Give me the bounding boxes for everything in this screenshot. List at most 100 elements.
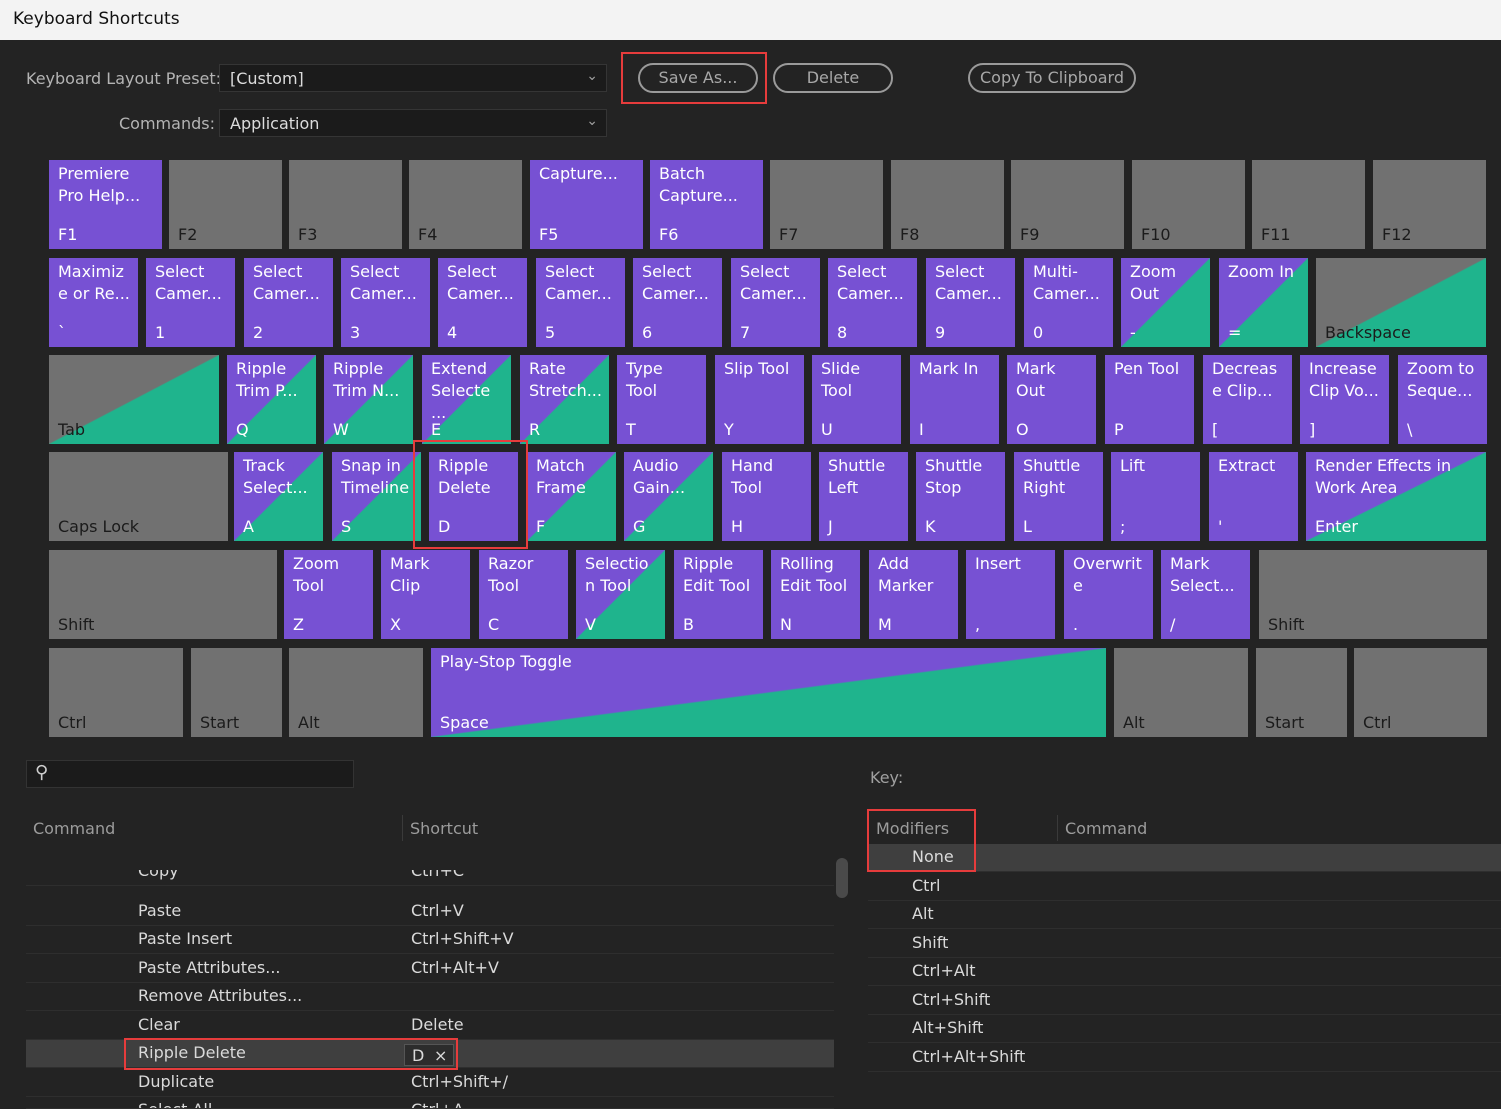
key-char[interactable]: Select Camer... 6 [633, 258, 722, 347]
key-char[interactable]: Select Camer... 8 [828, 258, 917, 347]
key-f4[interactable]: F4 [409, 160, 522, 249]
key-char[interactable]: Match Frame F [527, 452, 616, 541]
key-char[interactable]: Audio Gain... G [624, 452, 713, 541]
key-alt[interactable]: Alt [289, 648, 423, 737]
key-char[interactable]: Type Tool T [617, 355, 706, 444]
table-row[interactable]: Paste Ctrl+V [26, 898, 834, 926]
table-row[interactable]: Paste Insert Ctrl+Shift+V [26, 926, 834, 954]
key-shift[interactable]: Shift [1259, 550, 1487, 639]
key-f5[interactable]: Capture... F5 [530, 160, 643, 249]
key-char[interactable]: Decreas e Clip... [ [1203, 355, 1292, 444]
key-f11[interactable]: F11 [1252, 160, 1365, 249]
key-f12[interactable]: F12 [1373, 160, 1486, 249]
table-row[interactable]: Select All Ctrl+A [26, 1097, 834, 1109]
key-f10[interactable]: F10 [1132, 160, 1245, 249]
key-char[interactable]: Increase Clip Vo...] [1300, 355, 1389, 444]
modifier-row[interactable]: Alt+Shift [868, 1015, 1501, 1043]
key-char[interactable]: Extend Selecte ... E [422, 355, 511, 444]
key-ctrl[interactable]: Ctrl [49, 648, 183, 737]
key-char[interactable]: Select Camer... 1 [146, 258, 235, 347]
key-label: N [780, 615, 792, 634]
command-column-header[interactable]: Command [33, 819, 115, 838]
key-char[interactable]: Zoom Tool Z [284, 550, 373, 639]
key-f6[interactable]: Batch Capture... F6 [650, 160, 763, 249]
shortcut-chip[interactable]: D × [404, 1044, 454, 1066]
key-char[interactable]: Multi- Camer... 0 [1024, 258, 1113, 347]
key-char[interactable]: Zoom to Seque... \ [1398, 355, 1487, 444]
key-char[interactable]: Slip Tool Y [715, 355, 804, 444]
key-tab[interactable]: Tab [49, 355, 219, 444]
key-char[interactable]: Ripple Edit Tool B [674, 550, 763, 639]
modifier-row[interactable]: Ctrl+Shift [868, 987, 1501, 1015]
key-char[interactable]: Mark Select... / [1161, 550, 1250, 639]
key-char[interactable]: Rolling Edit Tool N [771, 550, 860, 639]
key-char[interactable]: Select Camer... 5 [536, 258, 625, 347]
key-space[interactable]: Play-Stop Toggle Space [431, 648, 1106, 737]
key-char[interactable]: Select Camer... 4 [438, 258, 527, 347]
key-caps-lock[interactable]: Caps Lock [49, 452, 228, 541]
close-icon[interactable]: × [434, 1046, 447, 1065]
key-char[interactable]: Ripple Trim P... Q [227, 355, 316, 444]
key-char[interactable]: Track Select... A [234, 452, 323, 541]
key-char[interactable]: Snap in Timeline S [332, 452, 421, 541]
key-char[interactable]: Zoom Out - [1121, 258, 1210, 347]
key-backspace[interactable]: Backspace [1316, 258, 1486, 347]
key-char[interactable]: Shuttle Left J [819, 452, 908, 541]
key-char[interactable]: Select Camer... 9 [926, 258, 1015, 347]
table-row[interactable]: Copy Ctrl+C [26, 870, 834, 886]
key-char[interactable]: Overwrit e. [1064, 550, 1153, 639]
key-char[interactable]: Razor Tool C [479, 550, 568, 639]
key-f3[interactable]: F3 [289, 160, 402, 249]
key-shift[interactable]: Shift [49, 550, 277, 639]
key-start[interactable]: Start [191, 648, 282, 737]
key-enter[interactable]: Render Effects in Work Area Enter [1306, 452, 1486, 541]
key-char[interactable]: Maximiz e or Re... ` [49, 258, 138, 347]
key-char[interactable]: Select Camer... 7 [731, 258, 820, 347]
key-char[interactable]: Extract ' [1209, 452, 1298, 541]
modifiers-column-header[interactable]: Modifiers [876, 819, 949, 838]
key-char[interactable]: Ripple Trim N... W [324, 355, 413, 444]
shortcut-column-header[interactable]: Shortcut [410, 819, 478, 838]
table-row[interactable]: Clear Delete [26, 1012, 834, 1040]
table-row[interactable]: Remove Attributes... [26, 983, 834, 1011]
modifier-row[interactable]: None [868, 844, 1501, 872]
key-char[interactable]: Hand Tool H [722, 452, 811, 541]
key-char[interactable]: Rate Stretch... R [520, 355, 609, 444]
key-char[interactable]: Mark In I [910, 355, 999, 444]
key-alt[interactable]: Alt [1114, 648, 1248, 737]
key-char[interactable]: Select Camer... 2 [244, 258, 333, 347]
key-command-label: Increase Clip Vo... [1309, 359, 1379, 400]
key-f9[interactable]: F9 [1011, 160, 1124, 249]
key-f7[interactable]: F7 [770, 160, 883, 249]
key-char[interactable]: Shuttle Right L [1014, 452, 1103, 541]
key-char[interactable]: Lift; [1111, 452, 1200, 541]
key-char[interactable]: Zoom In = [1219, 258, 1308, 347]
key-f8[interactable]: F8 [891, 160, 1004, 249]
modifier-row[interactable]: Ctrl+Alt+Shift [868, 1044, 1501, 1072]
modifier-row[interactable]: Ctrl+Alt [868, 958, 1501, 986]
key-char[interactable]: Slide Tool U [812, 355, 901, 444]
key-char[interactable]: Shuttle Stop K [916, 452, 1005, 541]
key-start[interactable]: Start [1256, 648, 1347, 737]
key-char[interactable]: Select Camer... 3 [341, 258, 430, 347]
key-f1[interactable]: Premiere Pro Help... F1 [49, 160, 162, 249]
command-list-scrollbar[interactable] [836, 858, 848, 898]
key-char[interactable]: Add Marker M [869, 550, 958, 639]
key-char[interactable]: Ripple Delete D [429, 452, 518, 541]
key-label: I [919, 420, 924, 439]
key-command-column-header[interactable]: Command [1065, 819, 1147, 838]
key-label: Tab [58, 420, 86, 439]
key-char[interactable]: Mark Out O [1007, 355, 1096, 444]
key-f2[interactable]: F2 [169, 160, 282, 249]
modifier-row[interactable]: Ctrl [868, 873, 1501, 901]
key-char[interactable]: Selectio n Tool V [576, 550, 665, 639]
table-row[interactable]: Paste Attributes... Ctrl+Alt+V [26, 955, 834, 983]
modifier-row[interactable]: Alt [868, 901, 1501, 929]
table-row[interactable]: Duplicate Ctrl+Shift+/ [26, 1069, 834, 1097]
search-input[interactable]: ⚲ [26, 760, 354, 788]
key-char[interactable]: Mark Clip X [381, 550, 470, 639]
key-char[interactable]: Pen Tool P [1105, 355, 1194, 444]
key-char[interactable]: Insert, [966, 550, 1055, 639]
modifier-row[interactable]: Shift [868, 930, 1501, 958]
key-ctrl[interactable]: Ctrl [1354, 648, 1487, 737]
